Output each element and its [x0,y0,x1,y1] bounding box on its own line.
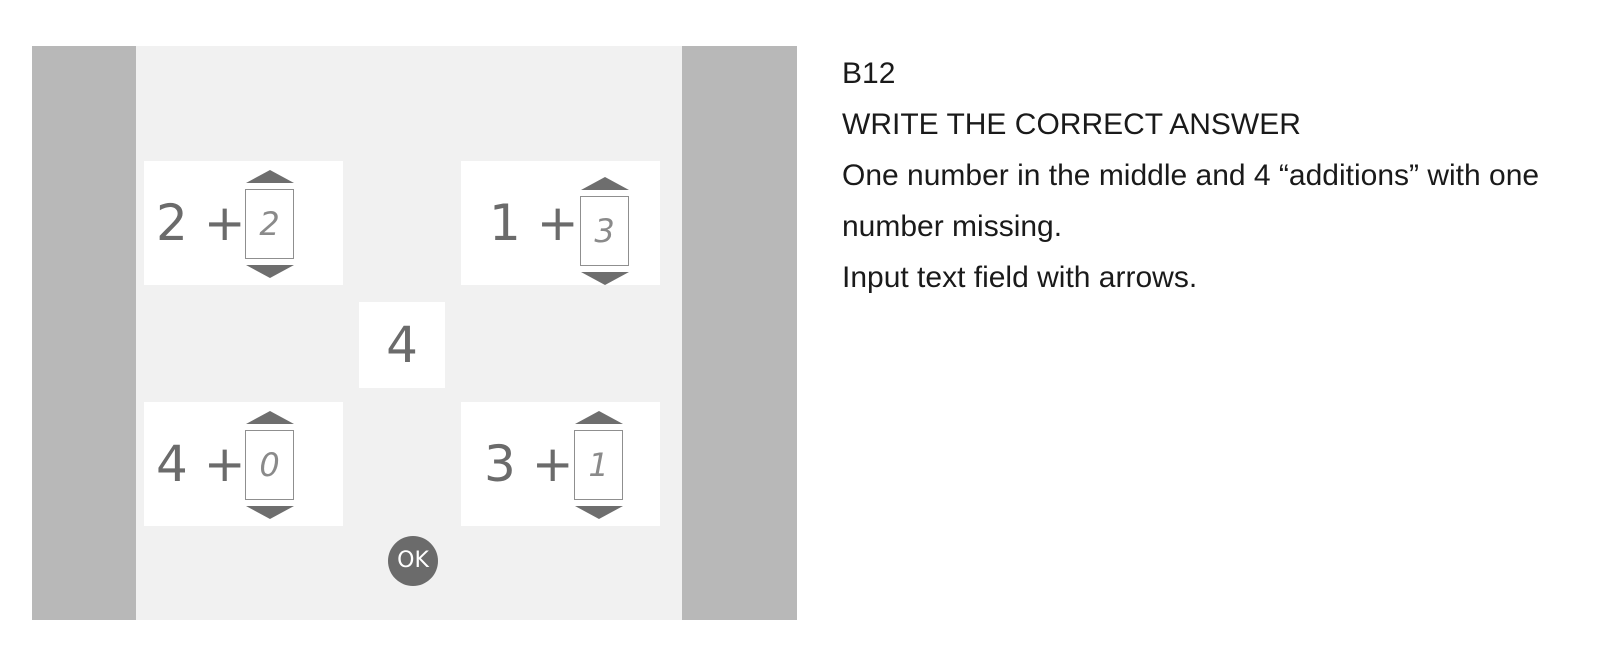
plus-operator: + [531,435,574,493]
ok-button[interactable]: OK [388,536,438,586]
decrement-arrow-icon[interactable] [575,506,623,519]
exercise-code: B12 [842,57,896,90]
exercise-panel: 2 + 2 1 + 3 4 4 + 0 3 + 1 OK [136,46,682,620]
exercise-screen: 2 + 2 1 + 3 4 4 + 0 3 + 1 OK [32,46,797,620]
equation-operand: 2 [156,194,188,252]
description-line-1: One number in the middle and 4 “addition… [842,159,1540,192]
answer-spinner: 1 [574,402,624,526]
equation-operand: 3 [484,435,516,493]
equation-text: 3 + [484,436,574,492]
answer-input[interactable]: 0 [245,430,294,500]
answer-input[interactable]: 1 [574,430,623,500]
plus-operator: + [536,194,579,252]
exercise-description: B12 WRITE THE CORRECT ANSWER One number … [842,48,1612,303]
equation-card-top-right: 1 + 3 [461,161,660,285]
equation-text: 2 + [156,195,246,251]
equation-operand: 4 [156,435,188,493]
answer-input[interactable]: 3 [580,196,629,266]
plus-operator: + [203,435,246,493]
description-line-3: Input text field with arrows. [842,261,1198,294]
equation-operand: 1 [489,194,521,252]
increment-arrow-icon[interactable] [246,411,294,424]
decrement-arrow-icon[interactable] [246,265,294,278]
plus-operator: + [203,194,246,252]
exercise-title: WRITE THE CORRECT ANSWER [842,108,1301,141]
decrement-arrow-icon[interactable] [246,506,294,519]
answer-spinner: 0 [245,402,295,526]
answer-spinner: 3 [580,168,630,292]
decrement-arrow-icon[interactable] [581,272,629,285]
answer-input[interactable]: 2 [245,189,294,259]
increment-arrow-icon[interactable] [581,177,629,190]
description-line-2: number missing. [842,210,1063,243]
equation-card-bottom-left: 4 + 0 [144,402,343,526]
equation-card-top-left: 2 + 2 [144,161,343,285]
equation-text: 1 + [489,195,579,251]
equation-card-bottom-right: 3 + 1 [461,402,660,526]
equation-text: 4 + [156,436,246,492]
answer-spinner: 2 [245,161,295,285]
increment-arrow-icon[interactable] [246,170,294,183]
increment-arrow-icon[interactable] [575,411,623,424]
center-number: 4 [359,302,445,388]
